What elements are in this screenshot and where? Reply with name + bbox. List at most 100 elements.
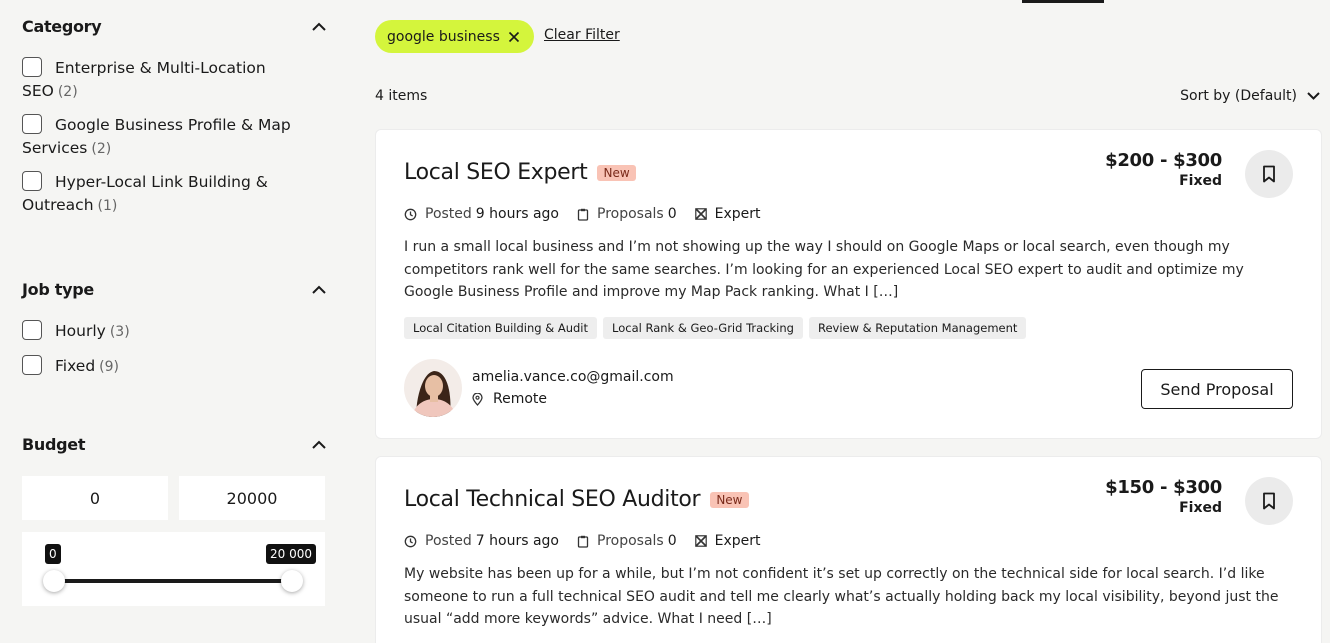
- slider-max-handle[interactable]: [281, 570, 303, 592]
- job-meta: Posted 7 hours ago Proposals 0 Expert: [404, 533, 779, 549]
- option-label: Fixed: [55, 357, 96, 375]
- active-tab-indicator: [1022, 0, 1104, 3]
- new-badge: New: [597, 164, 636, 181]
- category-option-enterprise[interactable]: Enterprise & Multi-Location SEO (2): [22, 57, 312, 104]
- chevron-up-icon[interactable]: [311, 282, 327, 298]
- bookmark-button[interactable]: [1245, 477, 1293, 525]
- option-label: Google Business Profile & Map Services: [22, 116, 291, 157]
- expert-icon: [694, 535, 707, 547]
- job-description: My website has been up for a while, but …: [404, 566, 1279, 627]
- filter-sidebar: Category Enterprise & Multi-Location SEO…: [0, 0, 345, 643]
- sort-label: Sort by (Default): [1180, 88, 1297, 104]
- price-range: $150 - $300: [1105, 477, 1222, 498]
- budget-min-input[interactable]: 0: [22, 476, 168, 520]
- option-count: (1): [97, 198, 118, 214]
- slider-min-tag: 0: [45, 544, 61, 564]
- author-info: amelia.vance.co@gmail.com Remote: [472, 369, 674, 407]
- chevron-up-icon[interactable]: [311, 437, 327, 453]
- job-title[interactable]: Local Technical SEO Auditor New: [404, 487, 749, 512]
- bookmark-icon: [1263, 165, 1275, 183]
- checkbox[interactable]: [22, 114, 42, 134]
- bookmark-button[interactable]: [1245, 150, 1293, 198]
- option-label: Hyper-Local Link Building & Outreach: [22, 173, 268, 214]
- results-count: 4 items: [375, 88, 428, 104]
- checkbox[interactable]: [22, 171, 42, 191]
- level-meta: Expert: [694, 533, 761, 549]
- job-price: $150 - $300 Fixed: [1105, 477, 1222, 516]
- option-label: Hourly: [55, 322, 106, 340]
- avatar[interactable]: [404, 359, 462, 417]
- posted-label: Posted: [425, 206, 472, 222]
- skill-tag[interactable]: Local Citation Building & Audit: [404, 317, 598, 339]
- proposals-label: Proposals: [597, 206, 664, 222]
- sort-dropdown[interactable]: Sort by (Default): [1180, 88, 1320, 104]
- send-proposal-button[interactable]: Send Proposal: [1141, 369, 1293, 409]
- active-filter-chip[interactable]: google business: [375, 20, 534, 53]
- budget-title: Budget: [22, 435, 86, 454]
- option-count: (3): [109, 324, 130, 340]
- category-section-header[interactable]: Category: [22, 17, 327, 36]
- option-count: (2): [91, 141, 112, 157]
- proposals-meta: Proposals 0: [577, 533, 677, 549]
- job-type-title: Job type: [22, 280, 94, 299]
- skill-tag[interactable]: Review & Reputation Management: [808, 317, 1027, 339]
- job-title[interactable]: Local SEO Expert New: [404, 160, 636, 185]
- checkbox[interactable]: [22, 320, 42, 340]
- job-type-section-header[interactable]: Job type: [22, 280, 327, 299]
- job-author: amelia.vance.co@gmail.com Remote: [404, 359, 674, 417]
- clipboard-icon: [577, 208, 589, 221]
- job-title-text[interactable]: Local SEO Expert: [404, 160, 588, 185]
- posted-label: Posted: [425, 533, 472, 549]
- clock-icon: [404, 208, 417, 220]
- posted-meta: Posted 7 hours ago: [404, 533, 559, 549]
- job-type-option-hourly[interactable]: Hourly (3): [22, 320, 312, 344]
- close-icon[interactable]: [508, 31, 520, 43]
- option-count: (2): [57, 84, 78, 100]
- job-description: I run a small local business and I’m not…: [404, 239, 1244, 300]
- expert-icon: [694, 208, 707, 220]
- budget-range-slider: 0 20 000: [22, 532, 325, 606]
- budget-max-input[interactable]: 20000: [179, 476, 325, 520]
- author-location: Remote: [472, 391, 674, 407]
- location-text: Remote: [493, 391, 548, 407]
- job-card[interactable]: Local SEO Expert New $200 - $300 Fixed P…: [375, 129, 1322, 439]
- job-title-text[interactable]: Local Technical SEO Auditor: [404, 487, 701, 512]
- level-value: Expert: [714, 533, 761, 549]
- job-meta: Posted 9 hours ago Proposals 0 Expert: [404, 206, 779, 222]
- category-option-link-building[interactable]: Hyper-Local Link Building & Outreach (1): [22, 171, 312, 218]
- posted-value: 9 hours ago: [475, 206, 559, 222]
- price-type: Fixed: [1179, 173, 1222, 189]
- clipboard-icon: [577, 535, 589, 548]
- checkbox[interactable]: [22, 57, 42, 77]
- job-card[interactable]: Local Technical SEO Auditor New $150 - $…: [375, 456, 1322, 643]
- clock-icon: [404, 535, 417, 547]
- slider-min-handle[interactable]: [43, 570, 65, 592]
- location-pin-icon: [472, 392, 483, 406]
- proposals-meta: Proposals 0: [577, 206, 677, 222]
- clear-filter-link[interactable]: Clear Filter: [544, 27, 620, 43]
- job-tags: Local Citation Building & Audit Local Ra…: [404, 317, 1027, 339]
- price-range: $200 - $300: [1105, 150, 1222, 171]
- category-title: Category: [22, 17, 102, 36]
- job-price: $200 - $300 Fixed: [1105, 150, 1222, 189]
- price-type: Fixed: [1179, 500, 1222, 516]
- checkbox[interactable]: [22, 355, 42, 375]
- slider-track[interactable]: [54, 579, 292, 583]
- category-option-google-business[interactable]: Google Business Profile & Map Services (2…: [22, 114, 312, 161]
- chip-label: google business: [387, 28, 500, 45]
- level-value: Expert: [714, 206, 761, 222]
- chevron-up-icon[interactable]: [311, 19, 327, 35]
- posted-value: 7 hours ago: [475, 533, 559, 549]
- level-meta: Expert: [694, 206, 761, 222]
- new-badge: New: [710, 491, 749, 508]
- posted-meta: Posted 9 hours ago: [404, 206, 559, 222]
- skill-tag[interactable]: Local Rank & Geo-Grid Tracking: [603, 317, 803, 339]
- chevron-down-icon: [1307, 88, 1320, 104]
- author-email: amelia.vance.co@gmail.com: [472, 369, 674, 385]
- proposals-value: 0: [667, 206, 677, 222]
- proposals-label: Proposals: [597, 533, 664, 549]
- budget-section-header[interactable]: Budget: [22, 435, 327, 454]
- job-type-option-fixed[interactable]: Fixed (9): [22, 355, 312, 379]
- slider-max-tag: 20 000: [266, 544, 316, 564]
- bookmark-icon: [1263, 492, 1275, 510]
